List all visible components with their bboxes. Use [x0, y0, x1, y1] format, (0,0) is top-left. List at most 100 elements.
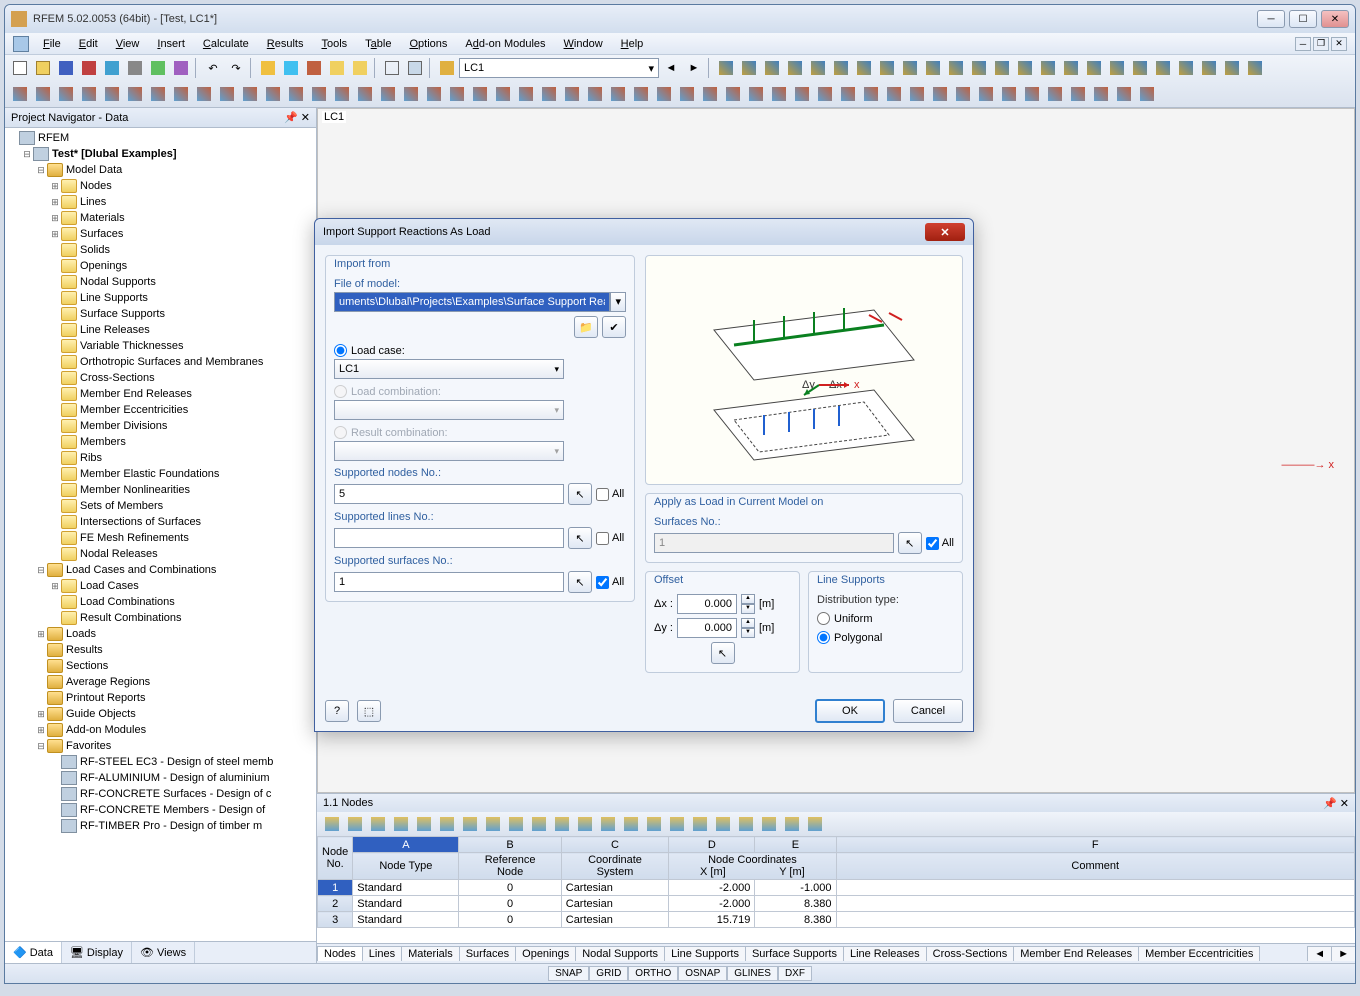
tree-item[interactable]: RF-ALUMINIUM - Design of aluminium	[7, 770, 314, 786]
tb-icon[interactable]	[1198, 57, 1220, 79]
table-tab[interactable]: Surface Supports	[745, 946, 844, 961]
table-tab[interactable]: Surfaces	[459, 946, 516, 961]
tree-item[interactable]: RF-CONCRETE Members - Design of	[7, 802, 314, 818]
tb-icon[interactable]	[853, 57, 875, 79]
tb-icon[interactable]	[515, 83, 537, 105]
tb-icon[interactable]	[262, 83, 284, 105]
tb-icon[interactable]	[459, 813, 481, 835]
tab-views[interactable]: 👁 Views	[132, 942, 195, 963]
menu-file[interactable]: File	[35, 36, 69, 52]
supported-lines-input[interactable]	[334, 528, 564, 548]
tb-icon[interactable]	[745, 83, 767, 105]
tb-icon[interactable]	[193, 83, 215, 105]
tree-item[interactable]: Nodal Releases	[7, 546, 314, 562]
tree-item[interactable]: Cross-Sections	[7, 370, 314, 386]
tb-icon[interactable]	[505, 813, 527, 835]
tb-icon[interactable]	[1129, 57, 1151, 79]
tb-icon[interactable]	[722, 83, 744, 105]
menu-tools[interactable]: Tools	[313, 36, 355, 52]
all-nodes-check[interactable]	[596, 488, 609, 501]
app-menu-icon[interactable]	[13, 36, 29, 52]
tb-icon[interactable]	[216, 83, 238, 105]
tb-icon[interactable]	[876, 57, 898, 79]
tb-icon[interactable]	[78, 83, 100, 105]
dx-input[interactable]	[677, 594, 737, 614]
tb-icon[interactable]	[883, 83, 905, 105]
table-tab[interactable]: Member End Releases	[1013, 946, 1139, 961]
tab-data[interactable]: 🔷 Data	[5, 942, 62, 963]
tb-icon[interactable]	[1113, 83, 1135, 105]
tb-icon[interactable]	[699, 83, 721, 105]
table-tab[interactable]: Openings	[515, 946, 576, 961]
menu-insert[interactable]: Insert	[149, 36, 193, 52]
tb-icon[interactable]	[551, 813, 573, 835]
col-f[interactable]: F	[836, 837, 1355, 853]
menu-options[interactable]: Options	[401, 36, 455, 52]
tb-icon[interactable]	[620, 813, 642, 835]
tree-item[interactable]: Sets of Members	[7, 498, 314, 514]
tree-item[interactable]: RFEM	[7, 130, 314, 146]
tree-item[interactable]: Openings	[7, 258, 314, 274]
tb-icon[interactable]	[349, 57, 371, 79]
all-surfaces-check[interactable]	[596, 576, 609, 589]
tb-icon[interactable]	[170, 83, 192, 105]
open-icon[interactable]	[32, 57, 54, 79]
col-node-no[interactable]: NodeNo.	[318, 837, 353, 880]
maximize-button[interactable]: ☐	[1289, 10, 1317, 28]
table-tab[interactable]: Nodes	[317, 946, 363, 961]
all-lines-check[interactable]	[596, 532, 609, 545]
tb-icon[interactable]	[653, 83, 675, 105]
table-row[interactable]: 1 Standard0Cartesian -2.000-1.000	[318, 880, 1355, 896]
tb-icon[interactable]	[929, 83, 951, 105]
tb-icon[interactable]	[404, 57, 426, 79]
tb-icon[interactable]	[1221, 57, 1243, 79]
tree-item[interactable]: ⊟Model Data	[7, 162, 314, 178]
dy-input[interactable]	[677, 618, 737, 638]
status-cell[interactable]: ORTHO	[628, 966, 678, 981]
navigator-tree[interactable]: RFEM ⊟Test* [Dlubal Examples] ⊟Model Dat…	[5, 128, 316, 941]
tb-icon[interactable]	[814, 83, 836, 105]
table-tab[interactable]: Member Eccentricities	[1138, 946, 1260, 961]
dialog-close-button[interactable]: ✕	[925, 223, 965, 241]
pick-icon[interactable]: ↖	[568, 571, 592, 593]
tree-item[interactable]: Load Combinations	[7, 594, 314, 610]
tree-item[interactable]: Orthotropic Surfaces and Membranes	[7, 354, 314, 370]
tb-icon[interactable]	[804, 813, 826, 835]
tb-icon[interactable]	[381, 57, 403, 79]
tb-icon[interactable]	[781, 813, 803, 835]
tree-item[interactable]: Average Regions	[7, 674, 314, 690]
tree-item[interactable]: Results	[7, 642, 314, 658]
tb-icon[interactable]	[712, 813, 734, 835]
help-icon[interactable]: ?	[325, 700, 349, 722]
tb-icon[interactable]	[1090, 83, 1112, 105]
col-c[interactable]: C	[561, 837, 669, 853]
tb-icon[interactable]	[975, 83, 997, 105]
redo-icon[interactable]: ↷	[225, 57, 247, 79]
tree-item[interactable]: Printout Reports	[7, 690, 314, 706]
check-icon[interactable]: ✔	[602, 316, 626, 338]
tb-icon[interactable]	[666, 813, 688, 835]
tb-icon[interactable]	[630, 83, 652, 105]
tree-item[interactable]: Line Releases	[7, 322, 314, 338]
tree-item[interactable]: Sections	[7, 658, 314, 674]
tb-icon[interactable]	[101, 57, 123, 79]
tree-item[interactable]: Surface Supports	[7, 306, 314, 322]
tb-icon[interactable]	[906, 83, 928, 105]
tree-item[interactable]: Member Elastic Foundations	[7, 466, 314, 482]
tb-icon[interactable]	[308, 83, 330, 105]
status-cell[interactable]: GLINES	[727, 966, 778, 981]
tree-item[interactable]: ⊞Materials	[7, 210, 314, 226]
pin-icon[interactable]: 📌 ✕	[284, 111, 310, 124]
tb-icon[interactable]	[436, 57, 458, 79]
tb-icon[interactable]	[9, 83, 31, 105]
tb-icon[interactable]	[1044, 83, 1066, 105]
tb-icon[interactable]	[1083, 57, 1105, 79]
next-icon[interactable]: ►	[683, 57, 705, 79]
tree-item[interactable]: RF-CONCRETE Surfaces - Design of c	[7, 786, 314, 802]
tb-icon[interactable]	[492, 83, 514, 105]
tb-icon[interactable]	[830, 57, 852, 79]
tb-icon[interactable]	[807, 57, 829, 79]
status-cell[interactable]: DXF	[778, 966, 812, 981]
tb-icon[interactable]	[400, 83, 422, 105]
tb-icon[interactable]	[761, 57, 783, 79]
